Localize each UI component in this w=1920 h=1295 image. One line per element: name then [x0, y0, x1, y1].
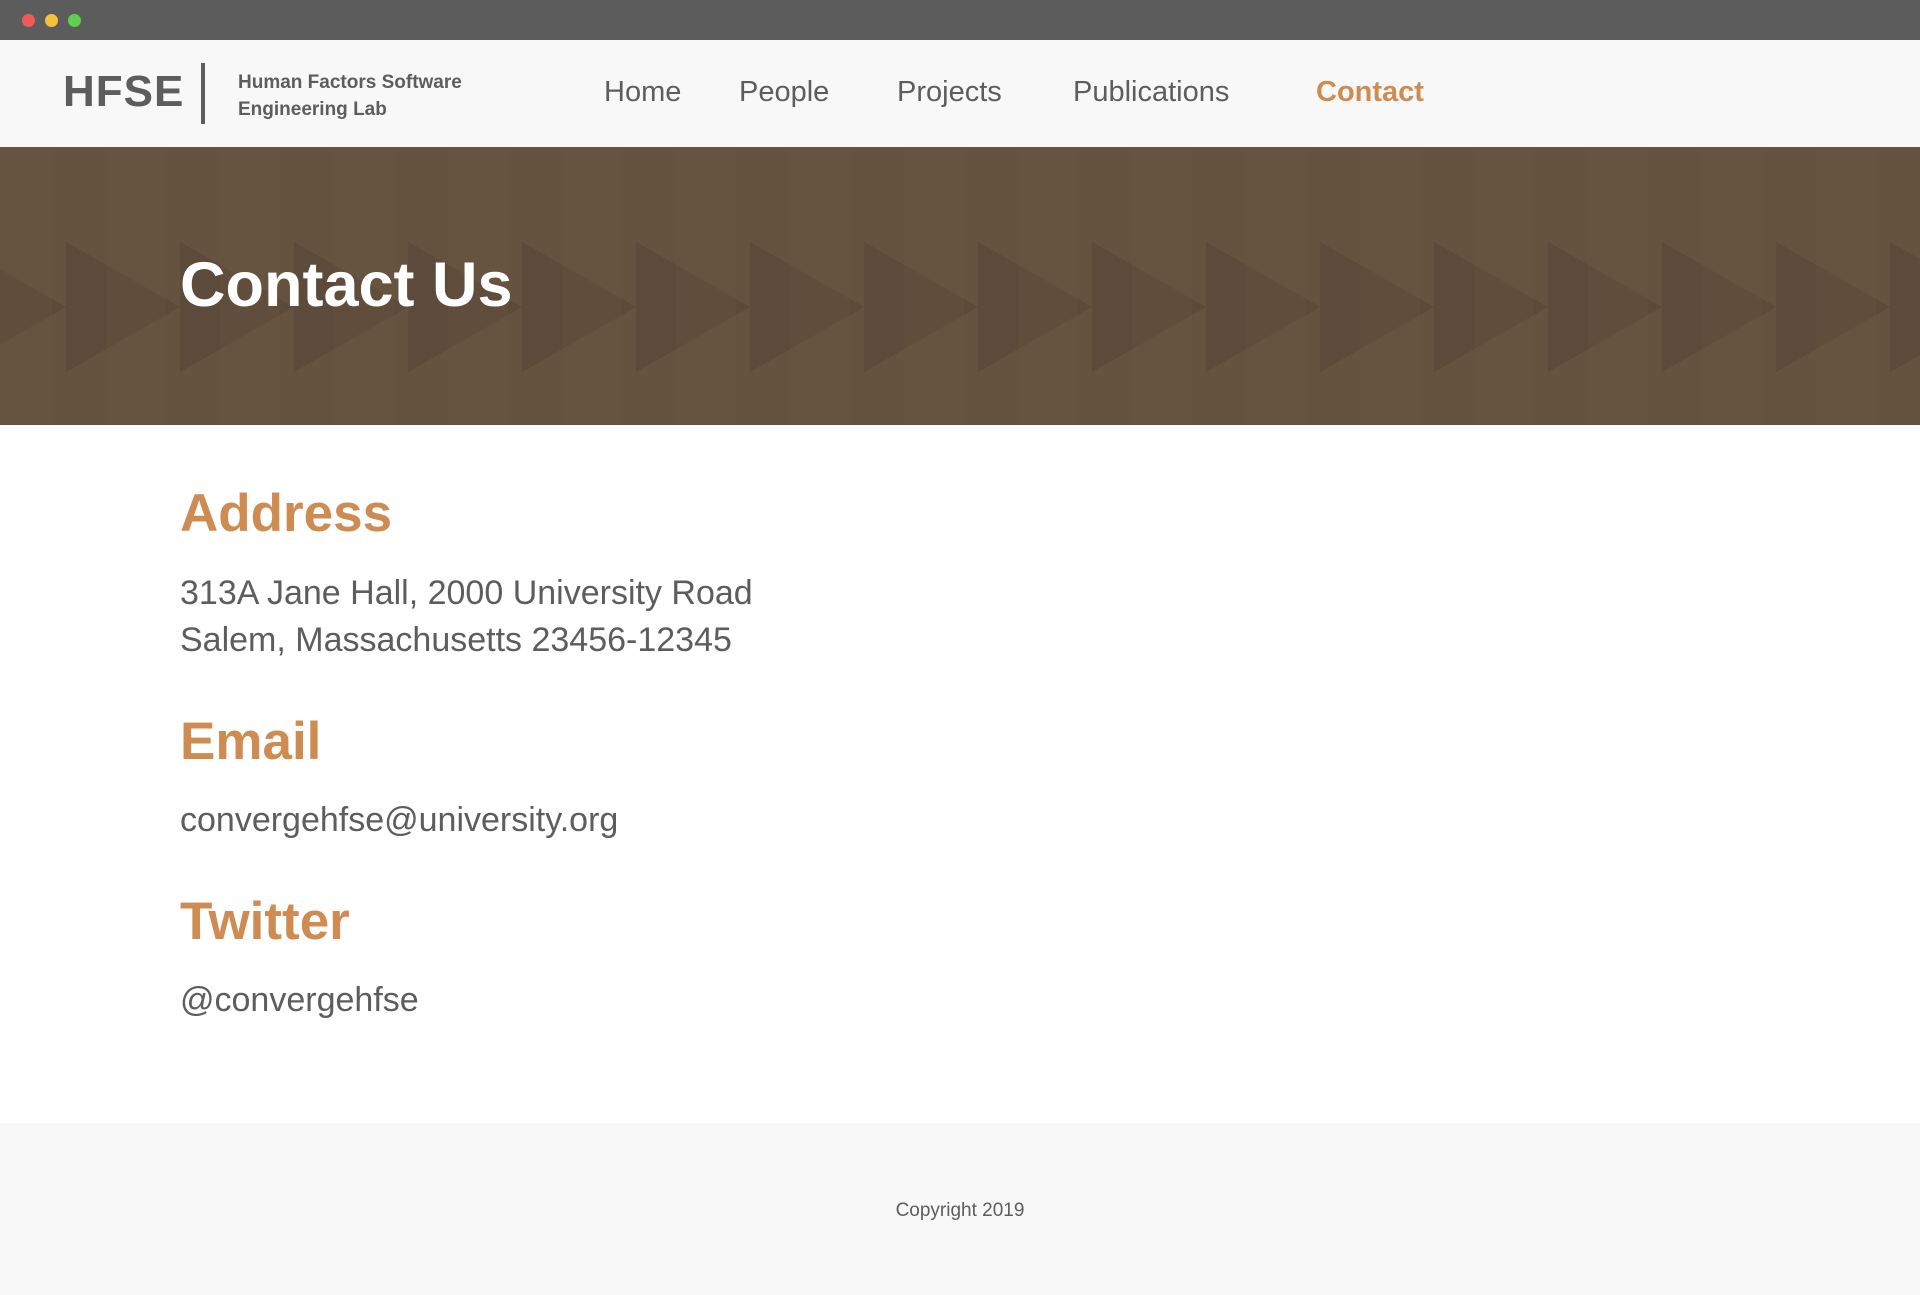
address-line-2: Salem, Massachusetts 23456-12345: [180, 621, 732, 659]
banner-band: [904, 147, 964, 425]
banner-band: [562, 147, 622, 425]
tagline-line-2: Engineering Lab: [238, 99, 387, 120]
minimize-window-button[interactable]: [45, 14, 58, 27]
banner-band: [1018, 147, 1078, 425]
banner-band: [1246, 147, 1306, 425]
browser-titlebar: [0, 0, 1920, 40]
nav-item-home[interactable]: Home: [604, 78, 681, 107]
banner-band: [1588, 147, 1648, 425]
banner-band: [1474, 147, 1534, 425]
nav-item-people[interactable]: People: [739, 78, 829, 107]
site-footer: Copyright 2019: [0, 1123, 1920, 1295]
email-address-link[interactable]: convergehfse@university.org: [180, 797, 618, 844]
twitter-heading: Twitter: [180, 892, 350, 951]
banner-band: [1360, 147, 1420, 425]
site-header: HFSE Human Factors Software Engineering …: [0, 40, 1920, 147]
email-heading: Email: [180, 712, 322, 771]
twitter-handle-link[interactable]: @convergehfse: [180, 977, 419, 1024]
page-title: Contact Us: [180, 250, 513, 320]
address-heading: Address: [180, 484, 393, 543]
banner-band: [676, 147, 736, 425]
banner-band: [1132, 147, 1192, 425]
tagline-line-1: Human Factors Software: [238, 72, 462, 93]
banner-band: [1702, 147, 1762, 425]
banner-band: [1816, 147, 1876, 425]
logo-divider: [201, 63, 205, 124]
copyright-text: Copyright 2019: [895, 1200, 1025, 1221]
banner-band: [106, 147, 166, 425]
banner-band: [790, 147, 850, 425]
nav-item-publications[interactable]: Publications: [1073, 78, 1229, 107]
site-tagline: Human Factors Software Engineering Lab: [238, 69, 498, 123]
page-banner: Contact Us: [0, 147, 1920, 425]
maximize-window-button[interactable]: [68, 14, 81, 27]
banner-triangle: [1890, 242, 1920, 372]
banner-band: [0, 147, 52, 425]
nav-item-contact[interactable]: Contact: [1316, 78, 1424, 107]
close-window-button[interactable]: [22, 14, 35, 27]
site-logo[interactable]: HFSE: [63, 70, 184, 114]
address-line-1: 313A Jane Hall, 2000 University Road: [180, 574, 753, 612]
nav-item-projects[interactable]: Projects: [897, 78, 1002, 107]
